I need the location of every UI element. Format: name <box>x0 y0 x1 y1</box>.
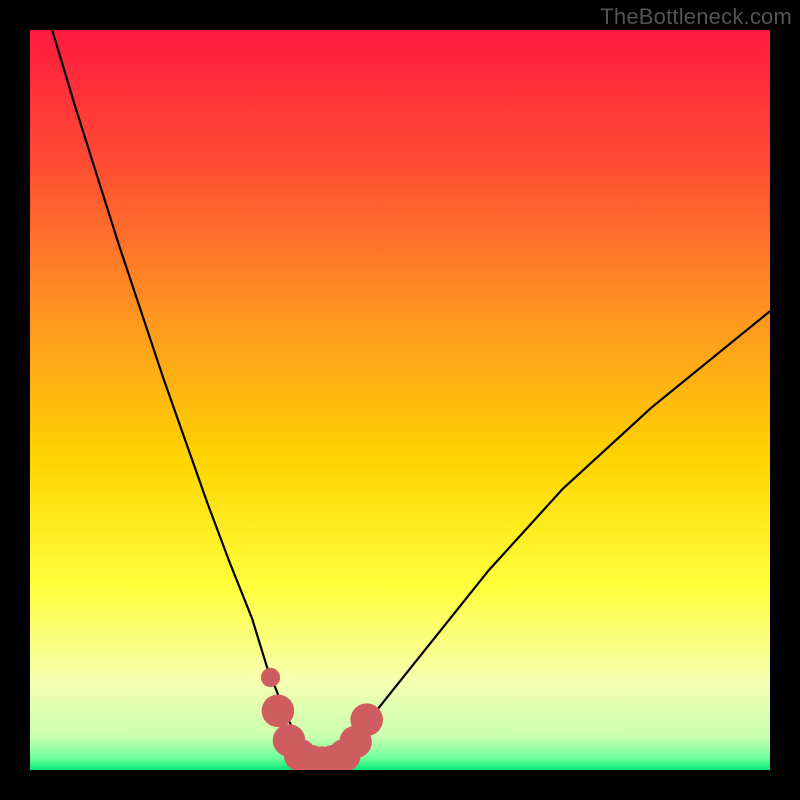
bottleneck-chart <box>30 30 770 770</box>
marker-dot <box>350 703 383 736</box>
marker-dot <box>261 668 280 687</box>
attribution-text: TheBottleneck.com <box>600 4 792 30</box>
plot-area <box>30 30 770 770</box>
chart-frame: TheBottleneck.com <box>0 0 800 800</box>
marker-dot <box>262 695 295 728</box>
